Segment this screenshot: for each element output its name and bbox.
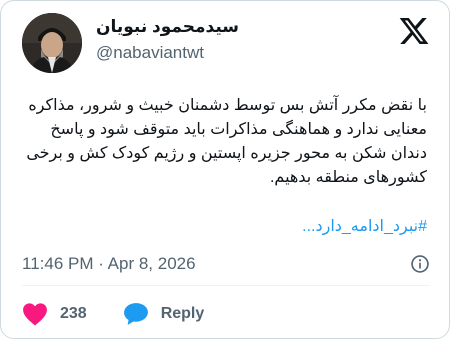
action-bar: 238 Reply: [22, 301, 204, 327]
tweet-text: با نقض مکرر آتش بس توسط دشمنان خبیث و شر…: [26, 97, 427, 186]
heart-icon: [23, 303, 47, 326]
divider: [22, 285, 430, 286]
hashtag-line: #نبرد_ادامه_دارد...: [23, 215, 427, 239]
tweet-card: سیدمحمود نبویان @nabaviantwt با نقض مکرر…: [0, 0, 450, 339]
like-count: 238: [60, 305, 87, 322]
timestamp[interactable]: 11:46 PM · Apr 8, 2026: [22, 254, 196, 274]
hashtag-link[interactable]: #نبرد_ادامه_دارد: [315, 218, 427, 235]
reply-button[interactable]: Reply: [123, 302, 205, 326]
meta-row: 11:46 PM · Apr 8, 2026: [22, 252, 430, 276]
like-button[interactable]: 238: [22, 302, 87, 326]
user-handle[interactable]: @nabaviantwt: [96, 41, 239, 65]
avatar-image: [22, 13, 82, 73]
user-block: سیدمحمود نبویان @nabaviantwt: [96, 15, 239, 65]
hashtag-suffix: ...: [302, 218, 316, 235]
speech-bubble-icon: [123, 303, 148, 325]
reply-label: Reply: [160, 305, 205, 322]
avatar[interactable]: [22, 13, 82, 73]
display-name[interactable]: سیدمحمود نبویان: [96, 15, 239, 39]
x-logo-icon[interactable]: [397, 15, 431, 47]
info-icon[interactable]: [410, 254, 430, 274]
